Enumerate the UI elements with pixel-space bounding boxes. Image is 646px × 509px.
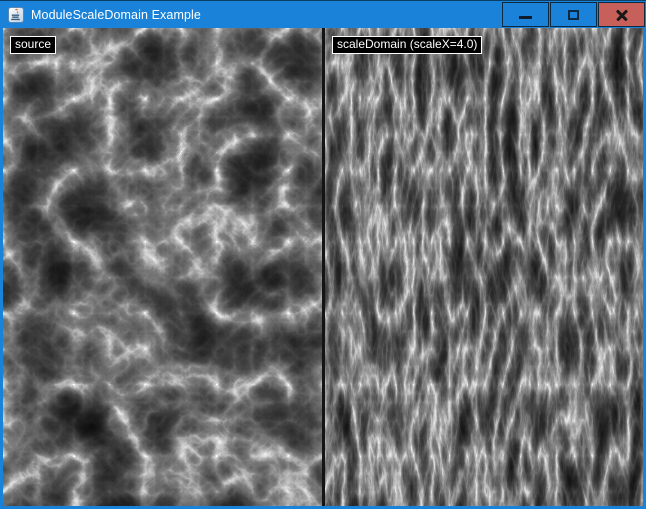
source-panel: source xyxy=(3,28,322,506)
app-window: ModuleScaleDomain Example xyxy=(0,0,646,509)
maximize-button[interactable] xyxy=(550,2,597,27)
window-title: ModuleScaleDomain Example xyxy=(31,8,501,22)
java-app-icon[interactable] xyxy=(8,7,24,23)
scale-domain-label: scaleDomain (scaleX=4.0) xyxy=(332,36,482,54)
window-controls xyxy=(501,2,645,27)
maximize-icon xyxy=(568,10,579,20)
panel-row: source xyxy=(3,28,643,506)
minimize-button[interactable] xyxy=(502,2,549,27)
scale-domain-noise-image xyxy=(325,28,643,506)
window-content: source xyxy=(0,28,646,509)
scale-domain-panel: scaleDomain (scaleX=4.0) xyxy=(325,28,643,506)
close-button[interactable] xyxy=(598,2,645,27)
source-noise-image xyxy=(3,28,322,506)
titlebar[interactable]: ModuleScaleDomain Example xyxy=(0,0,646,28)
minimize-icon xyxy=(519,16,532,19)
close-icon xyxy=(615,8,629,22)
source-label: source xyxy=(10,36,56,54)
